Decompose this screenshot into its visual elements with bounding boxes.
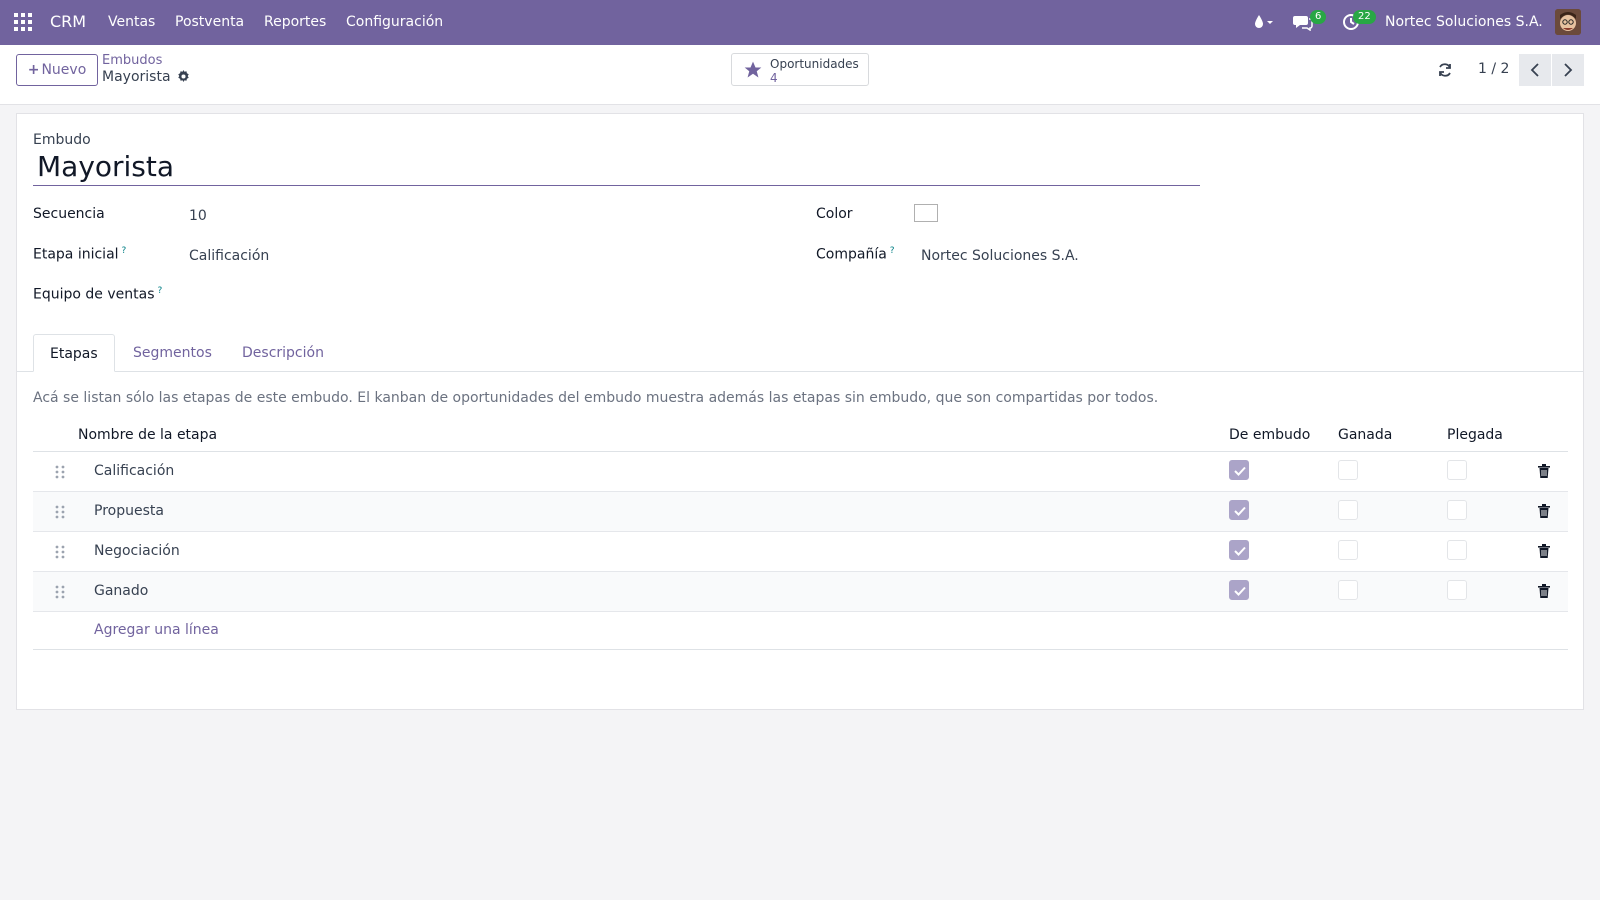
menu-reportes[interactable]: Reportes bbox=[264, 14, 326, 30]
add-line-link[interactable]: Agregar una línea bbox=[94, 622, 219, 638]
form-sheet: Embudo Mayorista Secuencia 10 Etapa inic… bbox=[16, 113, 1584, 710]
column-ganada[interactable]: Ganada bbox=[1338, 427, 1392, 443]
column-plegada[interactable]: Plegada bbox=[1447, 427, 1503, 443]
gear-icon[interactable] bbox=[177, 70, 190, 87]
ganada-checkbox[interactable] bbox=[1338, 580, 1358, 600]
stages-table: Nombre de la etapa De embudo Ganada Pleg… bbox=[33, 420, 1568, 650]
initial-stage-field[interactable]: Calificación bbox=[189, 248, 269, 264]
new-button-label: Nuevo bbox=[41, 62, 87, 78]
company-switcher[interactable]: Nortec Soluciones S.A. bbox=[1385, 14, 1543, 30]
add-line-row: Agregar una línea bbox=[33, 612, 1568, 650]
menu-ventas[interactable]: Ventas bbox=[108, 14, 155, 30]
color-picker[interactable] bbox=[914, 204, 938, 222]
plegada-checkbox[interactable] bbox=[1447, 540, 1467, 560]
company-field[interactable]: Nortec Soluciones S.A. bbox=[921, 248, 1079, 264]
star-icon bbox=[743, 60, 763, 84]
sales-team-label: Equipo de ventas? bbox=[33, 286, 162, 303]
trash-icon[interactable] bbox=[1538, 504, 1550, 522]
table-row[interactable]: Calificación bbox=[33, 452, 1568, 492]
drop-icon[interactable] bbox=[1253, 13, 1275, 35]
initial-stage-label: Etapa inicial? bbox=[33, 246, 126, 263]
table-row[interactable]: Negociación bbox=[33, 532, 1568, 572]
de-embudo-checkbox[interactable] bbox=[1229, 500, 1249, 520]
help-tooltip-icon[interactable]: ? bbox=[157, 286, 162, 296]
menu-configuracion[interactable]: Configuración bbox=[346, 14, 443, 30]
trash-icon[interactable] bbox=[1538, 584, 1550, 602]
stage-name-cell[interactable]: Propuesta bbox=[94, 503, 164, 519]
avatar[interactable] bbox=[1555, 9, 1581, 35]
pager-next-button[interactable] bbox=[1552, 54, 1584, 86]
trash-icon[interactable] bbox=[1538, 544, 1550, 562]
column-stage-name[interactable]: Nombre de la etapa bbox=[78, 427, 217, 443]
company-label-text: Compañía bbox=[816, 246, 887, 263]
trash-icon[interactable] bbox=[1538, 464, 1550, 482]
initial-stage-label-text: Etapa inicial bbox=[33, 246, 119, 263]
column-de-embudo[interactable]: De embudo bbox=[1229, 427, 1310, 443]
tab-segmentos[interactable]: Segmentos bbox=[117, 334, 228, 372]
company-label: Compañía? bbox=[816, 246, 895, 263]
plegada-checkbox[interactable] bbox=[1447, 500, 1467, 520]
stage-name-cell[interactable]: Ganado bbox=[94, 583, 148, 599]
pipeline-title-label: Embudo bbox=[33, 132, 91, 148]
breadcrumb-parent[interactable]: Embudos bbox=[102, 53, 162, 68]
color-label: Color bbox=[816, 206, 853, 222]
stage-name-cell[interactable]: Calificación bbox=[94, 463, 174, 479]
top-navbar: CRM Ventas Postventa Reportes Configurac… bbox=[0, 0, 1600, 45]
plegada-checkbox[interactable] bbox=[1447, 580, 1467, 600]
smart-button-label: Oportunidades bbox=[770, 57, 859, 71]
pipeline-name-input[interactable]: Mayorista bbox=[33, 148, 1200, 186]
table-row[interactable]: Propuesta bbox=[33, 492, 1568, 532]
notebook-tabs: Etapas Segmentos Descripción bbox=[17, 334, 1583, 372]
control-panel: + Nuevo Embudos Mayorista Oportunidades 4… bbox=[0, 45, 1600, 105]
refresh-icon[interactable] bbox=[1437, 62, 1453, 82]
de-embudo-checkbox[interactable] bbox=[1229, 580, 1249, 600]
stages-help-text: Acá se listan sólo las etapas de este em… bbox=[33, 390, 1159, 406]
smart-button-count: 4 bbox=[770, 71, 778, 85]
sales-team-label-text: Equipo de ventas bbox=[33, 286, 155, 303]
ganada-checkbox[interactable] bbox=[1338, 460, 1358, 480]
activities-badge: 22 bbox=[1353, 10, 1376, 24]
breadcrumb-current: Mayorista bbox=[102, 69, 171, 85]
drag-handle-icon[interactable] bbox=[55, 505, 65, 523]
stage-name-cell[interactable]: Negociación bbox=[94, 543, 180, 559]
tab-etapas[interactable]: Etapas bbox=[33, 334, 115, 372]
de-embudo-checkbox[interactable] bbox=[1229, 540, 1249, 560]
pager-value[interactable]: 1 / 2 bbox=[1478, 61, 1509, 77]
table-row[interactable]: Ganado bbox=[33, 572, 1568, 612]
new-button[interactable]: + Nuevo bbox=[16, 54, 98, 86]
plus-icon: + bbox=[27, 62, 40, 78]
ganada-checkbox[interactable] bbox=[1338, 540, 1358, 560]
plegada-checkbox[interactable] bbox=[1447, 460, 1467, 480]
apps-grid-icon[interactable] bbox=[14, 13, 32, 31]
drag-handle-icon[interactable] bbox=[55, 465, 65, 483]
tab-descripcion[interactable]: Descripción bbox=[226, 334, 340, 372]
app-name[interactable]: CRM bbox=[50, 12, 86, 31]
help-tooltip-icon[interactable]: ? bbox=[890, 246, 895, 256]
drag-handle-icon[interactable] bbox=[55, 545, 65, 563]
opportunities-smart-button[interactable]: Oportunidades 4 bbox=[731, 53, 869, 86]
help-tooltip-icon[interactable]: ? bbox=[122, 246, 127, 256]
drag-handle-icon[interactable] bbox=[55, 585, 65, 603]
de-embudo-checkbox[interactable] bbox=[1229, 460, 1249, 480]
menu-postventa[interactable]: Postventa bbox=[175, 14, 244, 30]
sequence-field[interactable]: 10 bbox=[189, 208, 207, 224]
ganada-checkbox[interactable] bbox=[1338, 500, 1358, 520]
sequence-label: Secuencia bbox=[33, 206, 105, 222]
table-header: Nombre de la etapa De embudo Ganada Pleg… bbox=[33, 420, 1568, 452]
messages-badge: 6 bbox=[1310, 10, 1327, 24]
pager-previous-button[interactable] bbox=[1519, 54, 1551, 86]
